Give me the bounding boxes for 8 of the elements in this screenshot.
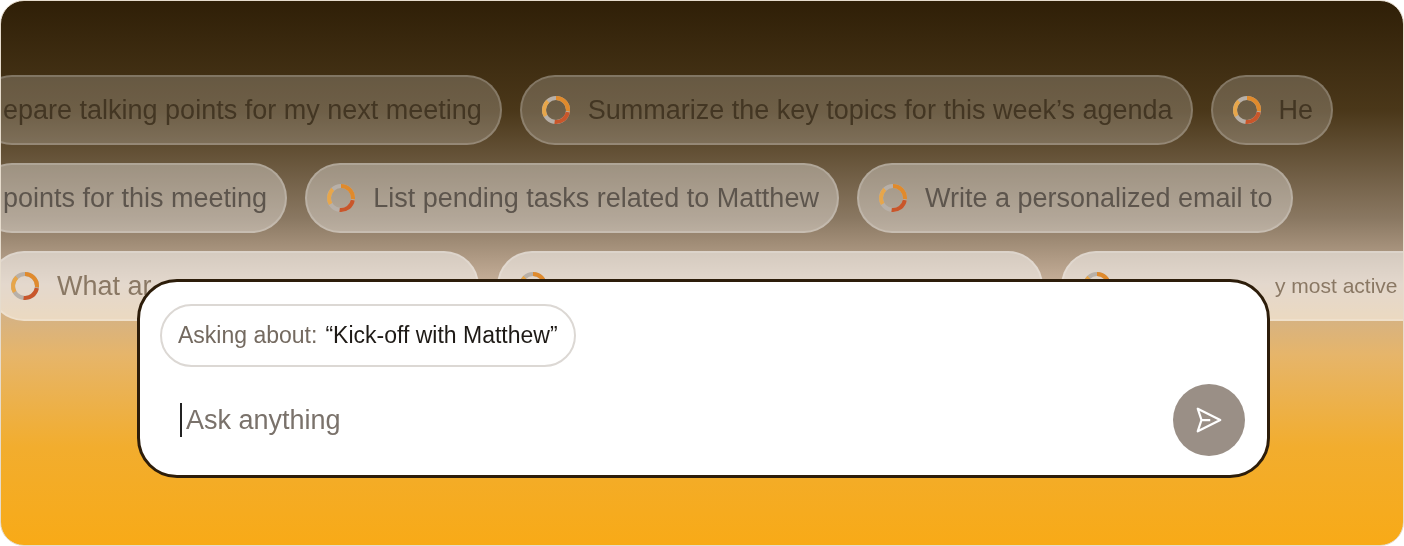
suggestion-chip[interactable]: points for this meeting — [1, 163, 288, 233]
ask-input-field[interactable]: Ask anything — [180, 403, 1173, 437]
context-value: “Kick-off with Matthew” — [325, 322, 558, 349]
context-label: Asking about: — [178, 322, 318, 349]
suggestion-chip[interactable]: List pending tasks related to Matthew — [305, 163, 839, 233]
send-icon — [1194, 405, 1224, 435]
suggestion-chip[interactable]: Write a personalized email to — [856, 163, 1293, 233]
context-chip[interactable]: Asking about: “Kick-off with Matthew” — [160, 304, 576, 367]
